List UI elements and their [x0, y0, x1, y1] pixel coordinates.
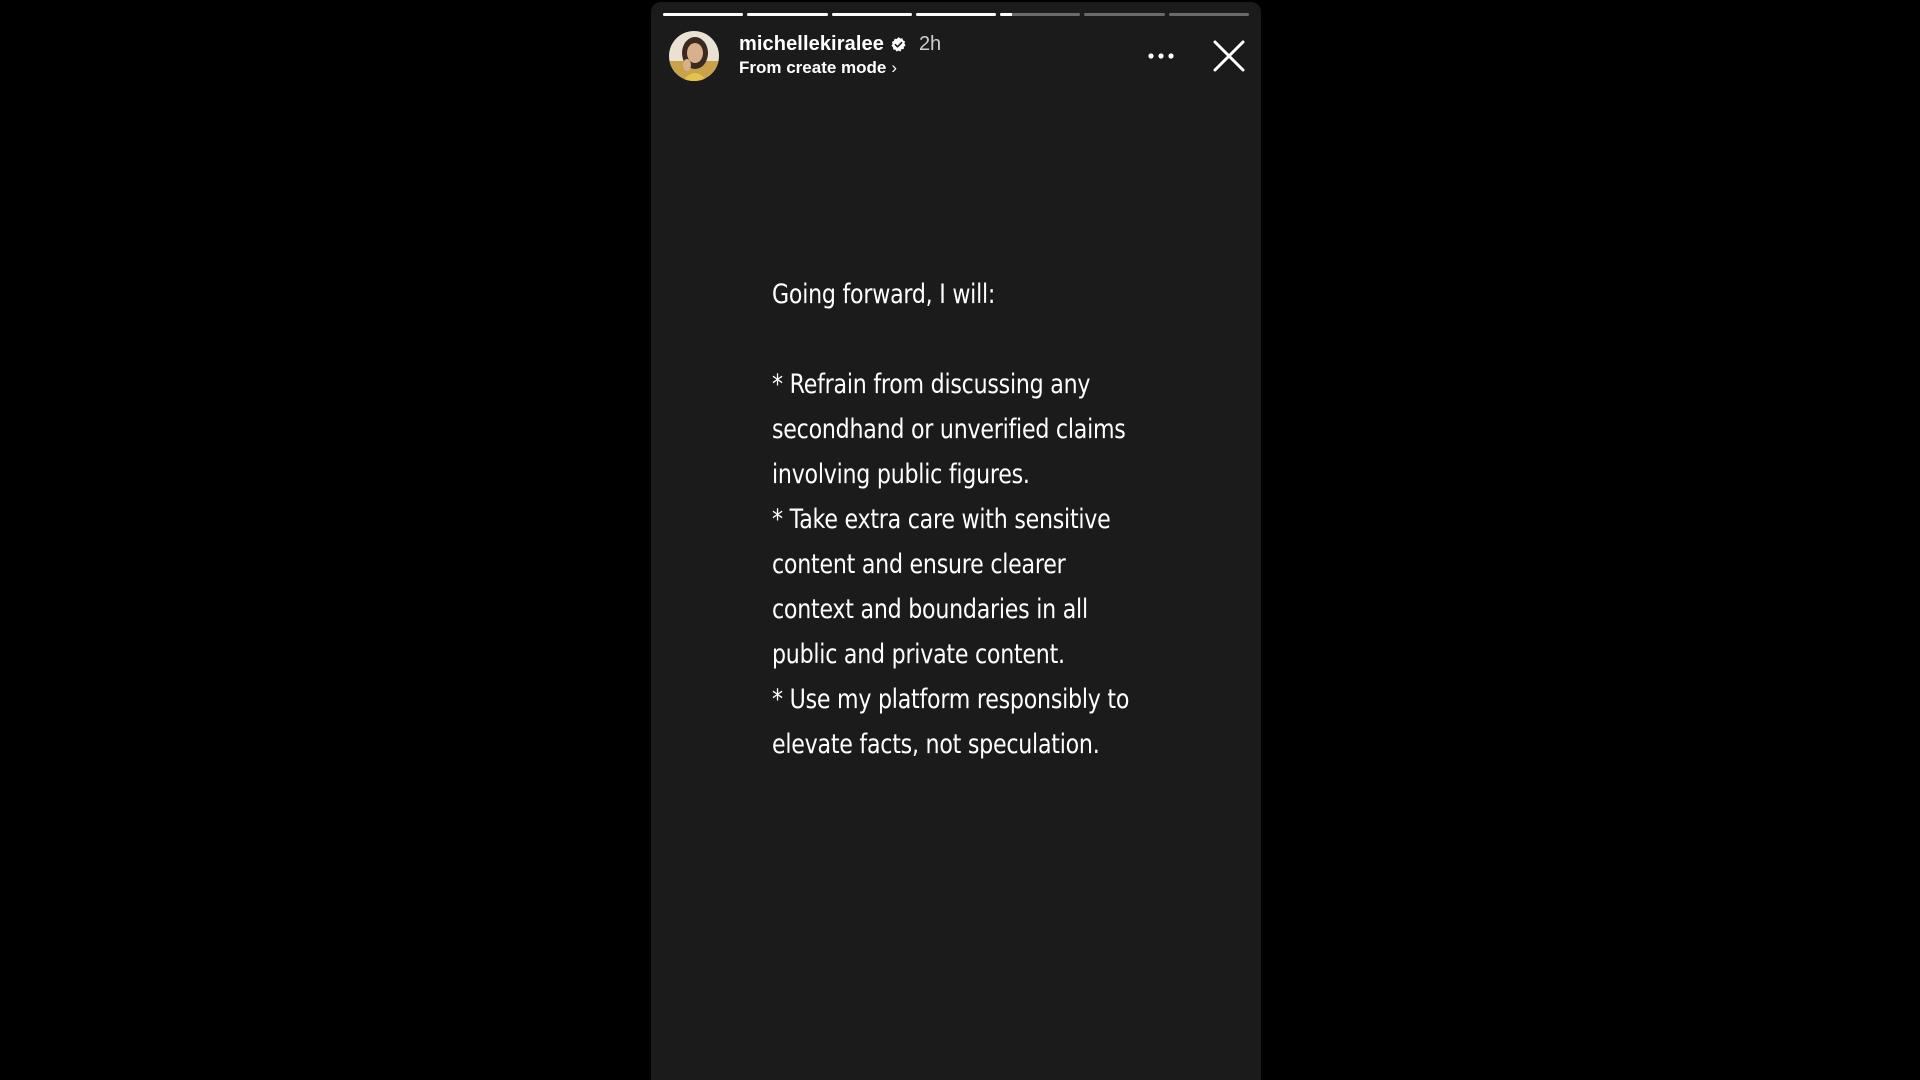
chevron-right-icon: › [891, 58, 898, 77]
progress-segment [831, 13, 912, 16]
story-text-line: elevate facts, not speculation. [772, 729, 1100, 760]
story-text-line: * Refrain from discussing any [772, 369, 1091, 400]
story-text: Going forward, I will: * Refrain from di… [772, 272, 1130, 767]
progress-segment-fill [747, 13, 828, 16]
story-text-line: content and ensure clearer [772, 549, 1066, 580]
story-text-line: secondhand or unverified claims [772, 414, 1126, 445]
progress-segment-fill [831, 13, 912, 16]
post-time: 2h [918, 32, 942, 55]
story-text-line: public and private content. [772, 639, 1065, 670]
create-mode-link[interactable]: From create mode › [739, 58, 941, 78]
progress-segment [663, 13, 744, 16]
avatar[interactable] [669, 31, 719, 81]
progress-segment [1084, 13, 1165, 16]
story-header: michellekiralee 2h From create mode › [669, 30, 1247, 82]
progress-segment-fill [663, 13, 744, 16]
story-progress-bar [663, 13, 1249, 16]
story-viewer: michellekiralee 2h From create mode › Go… [0, 0, 1920, 1080]
create-mode-label: From create mode [739, 58, 887, 77]
progress-segment [747, 13, 828, 16]
progress-segment-fill [1000, 13, 1013, 16]
verified-badge-icon [890, 36, 907, 53]
progress-segment [915, 13, 997, 16]
progress-segment [1168, 13, 1249, 16]
story-text-line: context and boundaries in all [772, 594, 1088, 625]
avatar-image [669, 31, 719, 81]
progress-segment-fill [915, 13, 997, 16]
story-text-intro: Going forward, I will: [772, 279, 996, 310]
username-row: michellekiralee 2h [739, 32, 941, 56]
story-card[interactable]: michellekiralee 2h From create mode › Go… [651, 2, 1261, 1080]
story-text-line: * Use my platform responsibly to [772, 684, 1130, 715]
more-options-icon[interactable] [1145, 44, 1177, 68]
story-text-line: * Take extra care with sensitive [772, 504, 1111, 535]
story-text-line: involving public figures. [772, 459, 1030, 490]
close-icon[interactable] [1211, 38, 1247, 74]
story-meta: michellekiralee 2h From create mode › [739, 32, 941, 78]
progress-segment [1000, 13, 1081, 16]
username[interactable]: michellekiralee [739, 33, 884, 56]
